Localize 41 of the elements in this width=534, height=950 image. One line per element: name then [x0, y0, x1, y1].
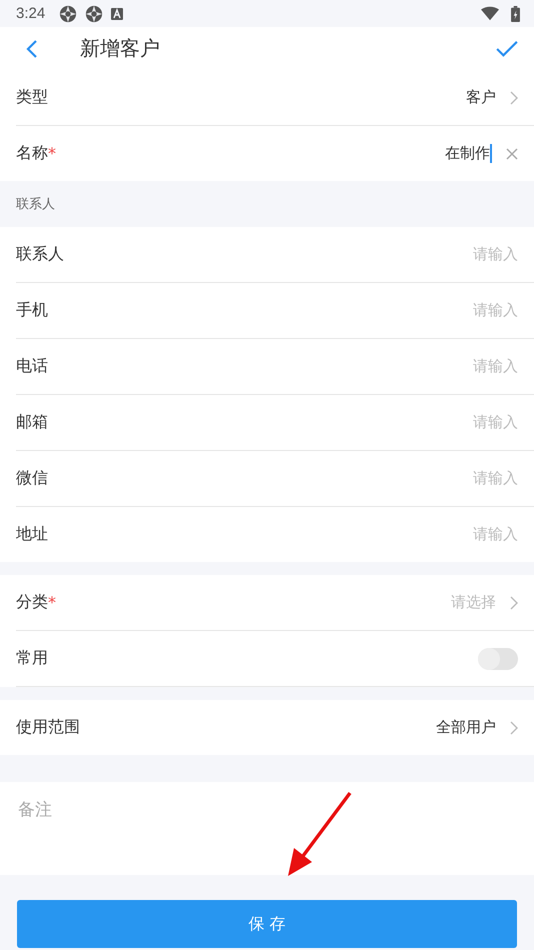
aperture-icon: [59, 4, 78, 22]
required-mark: *: [48, 144, 56, 163]
field-label: 分类: [16, 592, 48, 613]
chevron-right-icon: [510, 720, 518, 734]
form-row[interactable]: 类型 客户: [16, 70, 534, 126]
field-label: 常用: [16, 648, 48, 669]
page-title: 新增客户: [80, 35, 160, 62]
wifi-icon: [481, 4, 499, 22]
form-row[interactable]: 电话 请输入: [16, 339, 534, 395]
form-row[interactable]: 地址 请输入: [16, 507, 534, 562]
field-label: 微信: [16, 468, 48, 489]
input-field[interactable]: 在制作: [445, 144, 492, 164]
battery-icon: [511, 6, 520, 22]
field-label: 地址: [16, 524, 48, 545]
check-icon[interactable]: [496, 40, 518, 58]
field-label: 邮箱: [16, 412, 48, 433]
form-row[interactable]: 手机 请输入: [16, 283, 534, 339]
chevron-right-icon: [510, 596, 518, 610]
field-value: 客户: [466, 88, 496, 107]
section-title: 联系人: [16, 196, 55, 213]
field-label: 名称: [16, 143, 48, 164]
form-row[interactable]: 联系人 请输入: [16, 227, 534, 283]
toggle-switch[interactable]: [478, 648, 518, 670]
clear-icon[interactable]: [506, 148, 518, 160]
form-row[interactable]: 名称* 在制作: [16, 126, 534, 181]
field-value: 全部用户: [436, 718, 496, 737]
field-label: 电话: [16, 356, 48, 377]
field-label: 手机: [16, 300, 48, 321]
field-placeholder: 请选择: [451, 593, 496, 612]
status-time: 3:24: [16, 5, 46, 22]
form-row[interactable]: 分类* 请选择: [16, 575, 534, 631]
form-row[interactable]: 邮箱 请输入: [16, 395, 534, 451]
chevron-right-icon: [510, 90, 518, 104]
back-icon[interactable]: [26, 38, 38, 58]
required-mark: *: [48, 593, 56, 612]
form-row[interactable]: 微信 请输入: [16, 451, 534, 507]
aperture-icon: [85, 4, 104, 22]
field-label: 联系人: [16, 244, 64, 265]
keyboard-icon: [111, 8, 124, 20]
field-label: 使用范围: [16, 717, 80, 738]
field-label: 类型: [16, 87, 48, 108]
